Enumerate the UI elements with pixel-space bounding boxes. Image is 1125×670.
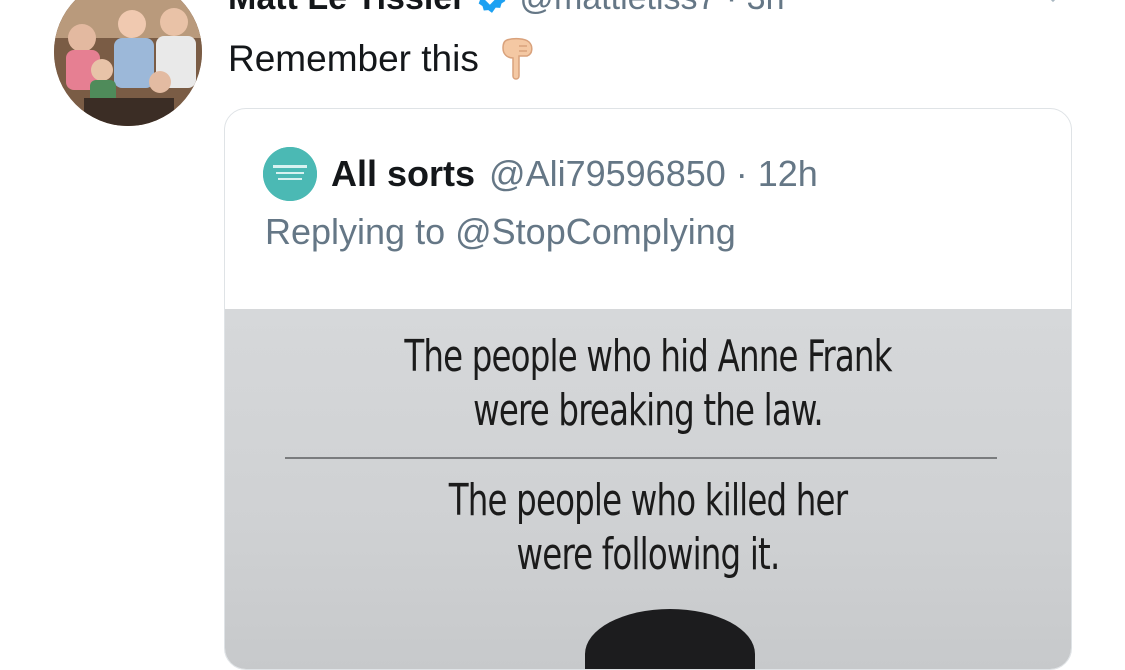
- portrait-hair: [585, 609, 755, 669]
- quoted-tweet-image[interactable]: The people who hid Anne Frank were break…: [225, 309, 1071, 669]
- verified-badge-icon: [475, 0, 509, 15]
- image-text-line-1: The people who hid Anne Frank: [404, 331, 892, 382]
- tweet-text-content: Remember this: [228, 38, 479, 79]
- replying-to: Replying to @StopComplying: [265, 211, 736, 253]
- chevron-down-icon[interactable]: [1040, 0, 1066, 6]
- tweet-header: Matt Le Tissier @mattletiss7 · 3h: [228, 0, 785, 18]
- image-divider: [285, 457, 997, 459]
- image-text-line-3: The people who killed her: [448, 475, 848, 526]
- author-avatar[interactable]: [54, 0, 202, 126]
- image-text-line-4: were following it.: [516, 529, 781, 580]
- backhand-index-pointing-down-icon: [497, 36, 537, 82]
- quoted-tweet-header: All sorts @Ali79596850 · 12h: [263, 147, 818, 201]
- replying-to-handle[interactable]: @StopComplying: [455, 211, 736, 252]
- image-text-line-2: were breaking the law.: [473, 385, 824, 436]
- replying-prefix: Replying to: [265, 211, 446, 252]
- quoted-tweet-card[interactable]: All sorts @Ali79596850 · 12h Replying to…: [224, 108, 1072, 670]
- author-name[interactable]: Matt Le Tissier: [228, 0, 465, 18]
- quoted-author-avatar[interactable]: [263, 147, 317, 201]
- tweet-text: Remember this: [228, 36, 537, 82]
- author-handle[interactable]: @mattletiss7 · 3h: [519, 0, 784, 18]
- quoted-author-name[interactable]: All sorts: [331, 153, 475, 195]
- quoted-author-handle[interactable]: @Ali79596850 · 12h: [489, 153, 818, 195]
- avatar-photo: [54, 0, 202, 126]
